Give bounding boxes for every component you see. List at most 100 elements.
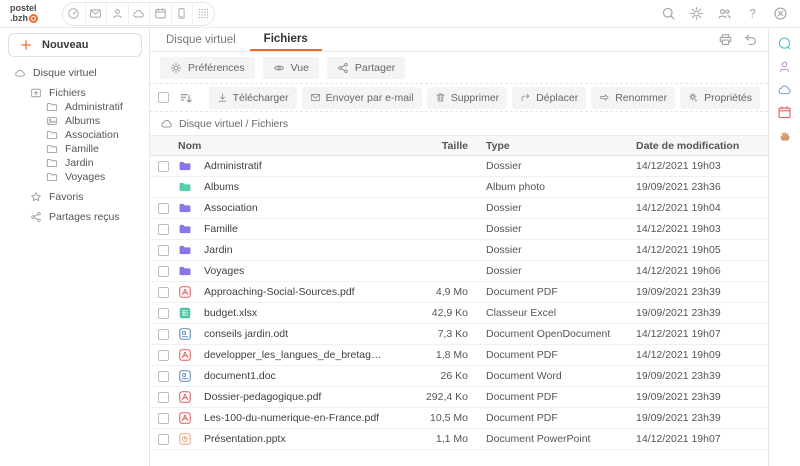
file-name: Approaching-Social-Sources.pdf (204, 286, 390, 298)
sidebar: Nouveau Disque virtuel FichiersAdministra… (0, 28, 150, 466)
table-row[interactable]: Les-100-du-numerique-en-France.pdf10,5 M… (150, 408, 768, 429)
vue-button[interactable]: Vue (263, 57, 319, 79)
app-logo[interactable]: postel .bzh (10, 4, 38, 23)
table-row[interactable]: AdministratifDossier14/12/2021 19h03 (150, 156, 768, 177)
folder-teal-icon (178, 180, 192, 194)
sidebar-item-association[interactable]: Association (0, 128, 149, 142)
sidebar-item-partages-recus[interactable]: Partages reçus (0, 210, 149, 224)
nav-calendar-button[interactable] (149, 3, 171, 25)
table-row[interactable]: conseils jardin.odt7,3 KoDocument OpenDo… (150, 324, 768, 345)
file-date: 19/09/2021 23h36 (618, 181, 760, 193)
undo-button[interactable] (743, 32, 758, 47)
row-checkbox[interactable] (158, 413, 169, 424)
sidebar-item-famille[interactable]: Famille (0, 142, 149, 156)
table-row[interactable]: Dossier-pedagogique.pdf292,4 KoDocument … (150, 387, 768, 408)
sidebar-item-albums[interactable]: Albums (0, 114, 149, 128)
help-button[interactable]: ? (745, 6, 760, 21)
sidebar-item-administratif[interactable]: Administratif (0, 100, 149, 114)
file-size: 4,9 Mo (390, 286, 468, 298)
table-row[interactable]: JardinDossier14/12/2021 19h05 (150, 240, 768, 261)
table-row[interactable]: document1.doc26 KoDocument Word19/09/202… (150, 366, 768, 387)
chat-icon (777, 36, 792, 51)
nav-contacts-button[interactable] (106, 3, 128, 25)
table-row[interactable]: VoyagesDossier14/12/2021 19h06 (150, 261, 768, 282)
sidebar-item-jardin[interactable]: Jardin (0, 156, 149, 170)
tab-actions (718, 28, 766, 51)
file-name: Jardin (204, 244, 390, 256)
printer-button[interactable] (718, 32, 733, 47)
table-row[interactable]: AssociationDossier14/12/2021 19h04 (150, 198, 768, 219)
sidebar-item-disque-virtuel[interactable]: Disque virtuel (0, 66, 149, 80)
folder-purple-icon (178, 159, 192, 173)
row-checkbox[interactable] (158, 350, 169, 361)
pdf-icon (178, 390, 192, 404)
row-checkbox[interactable] (158, 392, 169, 403)
sidebar-item-label: Administratif (65, 101, 123, 113)
nav-phone-button[interactable] (171, 3, 193, 25)
hand-shortcut-button[interactable] (777, 128, 793, 144)
settings-button[interactable] (689, 6, 704, 21)
supprimer-button[interactable]: Supprimer (427, 87, 507, 109)
sidebar-item-voyages[interactable]: Voyages (0, 170, 149, 184)
row-checkbox[interactable] (158, 266, 169, 277)
table-row[interactable]: Approaching-Social-Sources.pdf4,9 MoDocu… (150, 282, 768, 303)
preferences-button[interactable]: Préférences (160, 57, 255, 79)
row-checkbox[interactable] (158, 203, 169, 214)
envoyer-par-e-mail-button[interactable]: Envoyer par e-mail (302, 87, 422, 109)
sidebar-item-favoris[interactable]: Favoris (0, 190, 149, 204)
eye-icon (273, 62, 285, 74)
pdf-icon (178, 411, 192, 425)
rename-icon (599, 92, 610, 103)
file-size: 292,4 Ko (390, 391, 468, 403)
row-checkbox[interactable] (158, 287, 169, 298)
sort-icon[interactable] (179, 91, 193, 105)
row-checkbox-cell (158, 413, 178, 424)
table-row[interactable]: AlbumsAlbum photo19/09/2021 23h36 (150, 177, 768, 198)
cloud-shortcut-button[interactable] (777, 82, 793, 98)
body-row: Nouveau Disque virtuelFichiersAdministra… (0, 28, 800, 466)
nav-apps-button[interactable] (192, 3, 214, 25)
trash-icon (435, 92, 446, 103)
table-row[interactable]: developper_les_langues_de_bretagne.pdf1,… (150, 345, 768, 366)
cloud-icon (14, 67, 26, 79)
telecharger-button[interactable]: Télécharger (209, 87, 297, 109)
row-checkbox[interactable] (158, 329, 169, 340)
deplacer-button[interactable]: Déplacer (512, 87, 586, 109)
partager-button[interactable]: Partager (327, 57, 405, 79)
file-name: Association (204, 202, 390, 214)
row-checkbox[interactable] (158, 161, 169, 172)
row-checkbox[interactable] (158, 371, 169, 382)
sidebar-item-fichiers[interactable]: Fichiers (0, 86, 149, 100)
group-button[interactable] (717, 6, 732, 21)
select-all-checkbox[interactable] (158, 92, 169, 103)
table-row[interactable]: FamilleDossier14/12/2021 19h03 (150, 219, 768, 240)
file-toolbar: TéléchargerEnvoyer par e-mailSupprimerDé… (150, 84, 768, 112)
file-type: Classeur Excel (468, 307, 618, 319)
search-button[interactable] (661, 6, 676, 21)
renommer-button[interactable]: Renommer (591, 87, 675, 109)
star-icon (30, 191, 42, 203)
table-row[interactable]: budget.xlsx42,9 KoClasseur Excel19/09/20… (150, 303, 768, 324)
file-type: Document PDF (468, 391, 618, 403)
table-row[interactable]: Présentation.pptx1,1 MoDocument PowerPoi… (150, 429, 768, 450)
proprietes-button[interactable]: Propriétés (680, 87, 760, 109)
row-checkbox[interactable] (158, 434, 169, 445)
tab-disque-virtuel[interactable]: Disque virtuel (152, 28, 250, 51)
nav-cloud-button[interactable] (128, 3, 150, 25)
nav-mail-button[interactable] (85, 3, 107, 25)
calendar-icon (777, 105, 792, 120)
chat-shortcut-button[interactable] (777, 36, 793, 52)
ppt-icon (178, 432, 192, 446)
row-checkbox[interactable] (158, 224, 169, 235)
doc-icon (178, 369, 192, 383)
calendar-shortcut-button[interactable] (777, 105, 793, 121)
contacts-shortcut-button[interactable] (777, 59, 793, 75)
row-checkbox[interactable] (158, 245, 169, 256)
breadcrumb[interactable]: Disque virtuel / Fichiers (150, 112, 768, 135)
nav-dashboard-button[interactable] (63, 3, 85, 25)
tab-fichiers[interactable]: Fichiers (250, 28, 322, 51)
file-name: Voyages (204, 265, 390, 277)
logout-button[interactable] (773, 6, 788, 21)
new-button[interactable]: Nouveau (8, 33, 142, 57)
row-checkbox[interactable] (158, 308, 169, 319)
